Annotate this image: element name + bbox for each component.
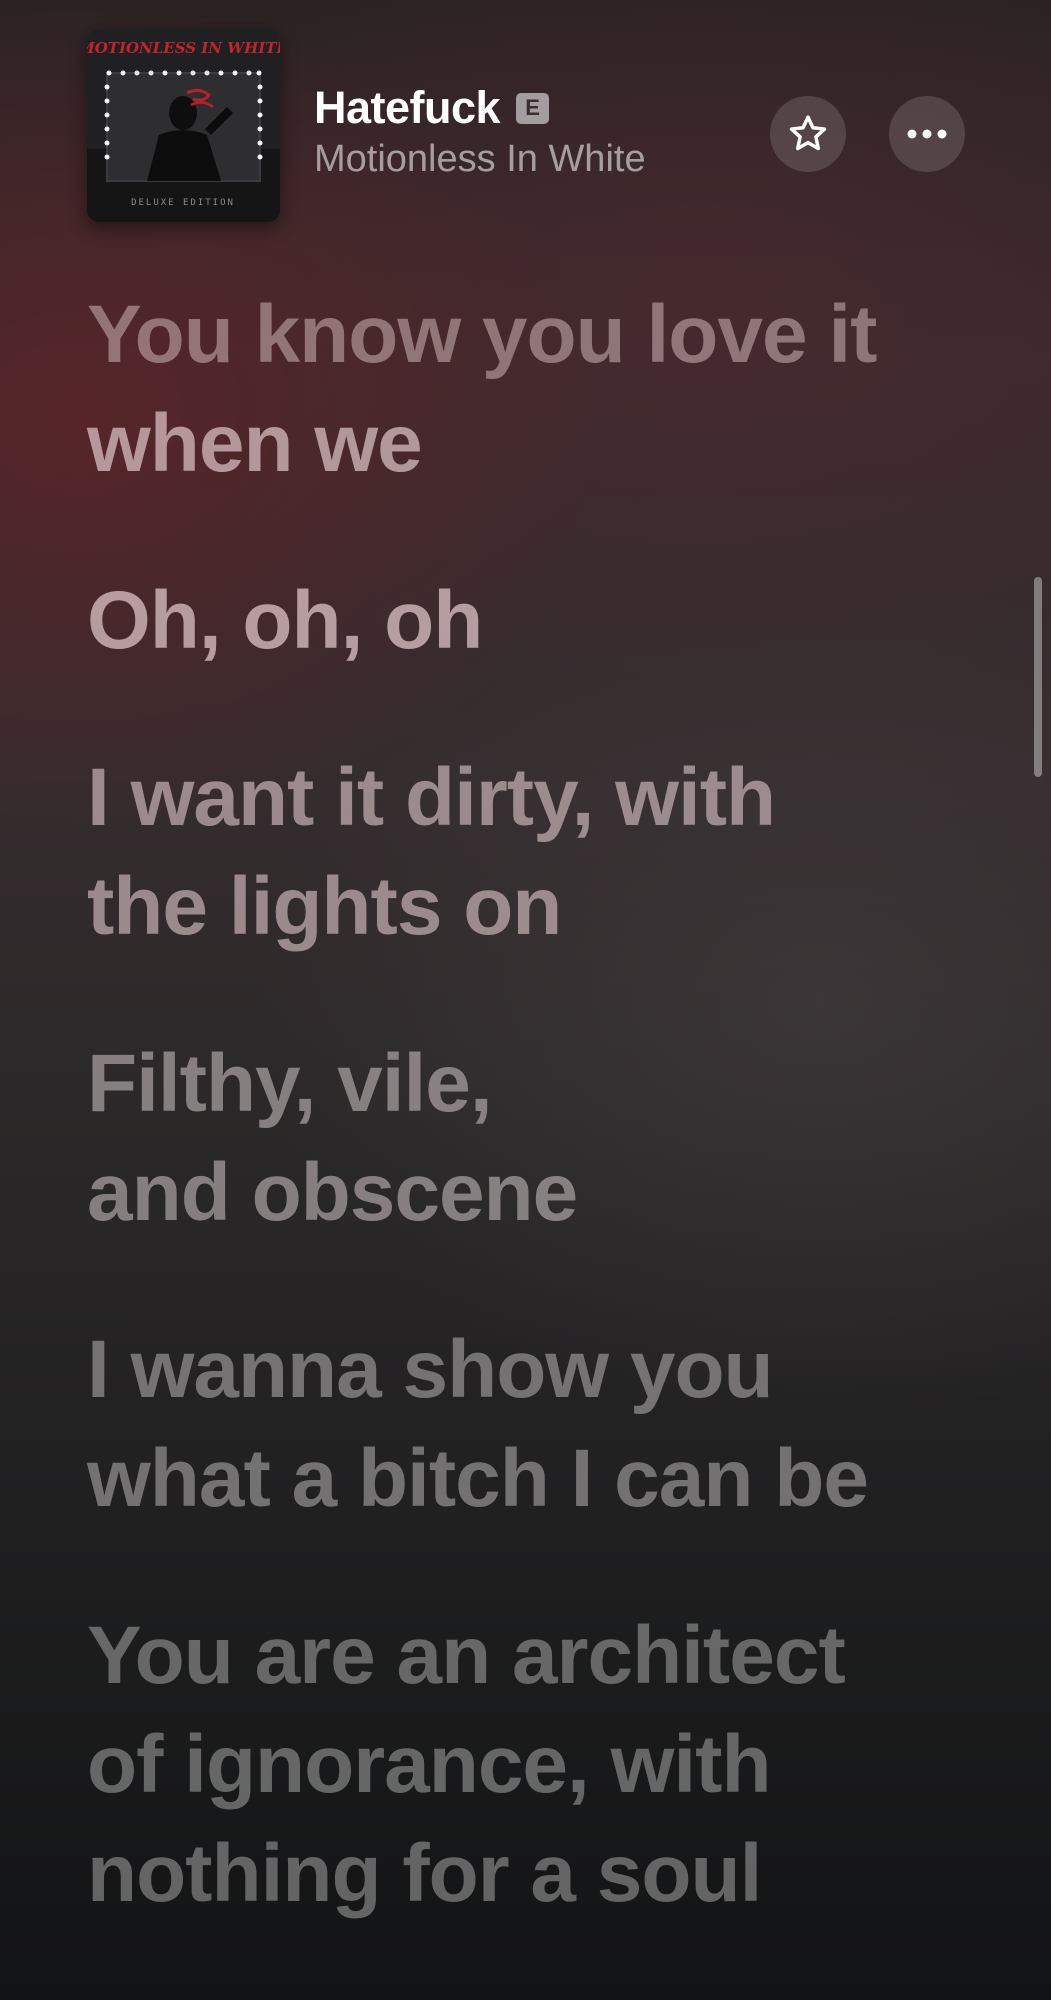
lyric-line[interactable]: I want it dirty, with the lights on <box>87 743 987 961</box>
star-outline-icon <box>789 115 827 151</box>
lyric-line[interactable]: Oh, oh, oh <box>87 566 987 675</box>
explicit-badge: E <box>516 92 550 124</box>
lyric-line[interactable]: You know you love it when we <box>87 280 987 498</box>
track-info: Hatefuck E Motionless In White <box>314 80 646 181</box>
album-edition-text: DELUXE EDITION <box>131 198 235 208</box>
favorite-button[interactable] <box>770 96 846 172</box>
scrollbar[interactable] <box>1034 577 1042 777</box>
now-playing-header: MOTIONLESS IN WHITE DELUXE EDITION Hatef… <box>0 0 1051 250</box>
track-title[interactable]: Hatefuck <box>314 82 501 134</box>
more-options-button[interactable] <box>889 96 965 172</box>
artist-name[interactable]: Motionless In White <box>314 138 646 181</box>
ellipsis-icon <box>907 129 947 139</box>
lyric-line[interactable]: Filthy, vile, and obscene <box>87 1029 987 1247</box>
lyrics-view[interactable]: You know you love it when we Oh, oh, oh I… <box>87 280 987 1928</box>
album-artwork[interactable]: MOTIONLESS IN WHITE DELUXE EDITION <box>87 29 280 222</box>
lyric-line[interactable]: I wanna show you what a bitch I can be <box>87 1315 987 1533</box>
album-artwork-image: MOTIONLESS IN WHITE DELUXE EDITION <box>87 29 280 222</box>
album-band-logo: MOTIONLESS IN WHITE <box>87 39 280 57</box>
lyric-line-sung: You know you love it <box>87 289 877 380</box>
lyric-line[interactable]: You are an architect of ignorance, with … <box>87 1601 987 1928</box>
lyric-line-current: when we <box>87 398 423 489</box>
